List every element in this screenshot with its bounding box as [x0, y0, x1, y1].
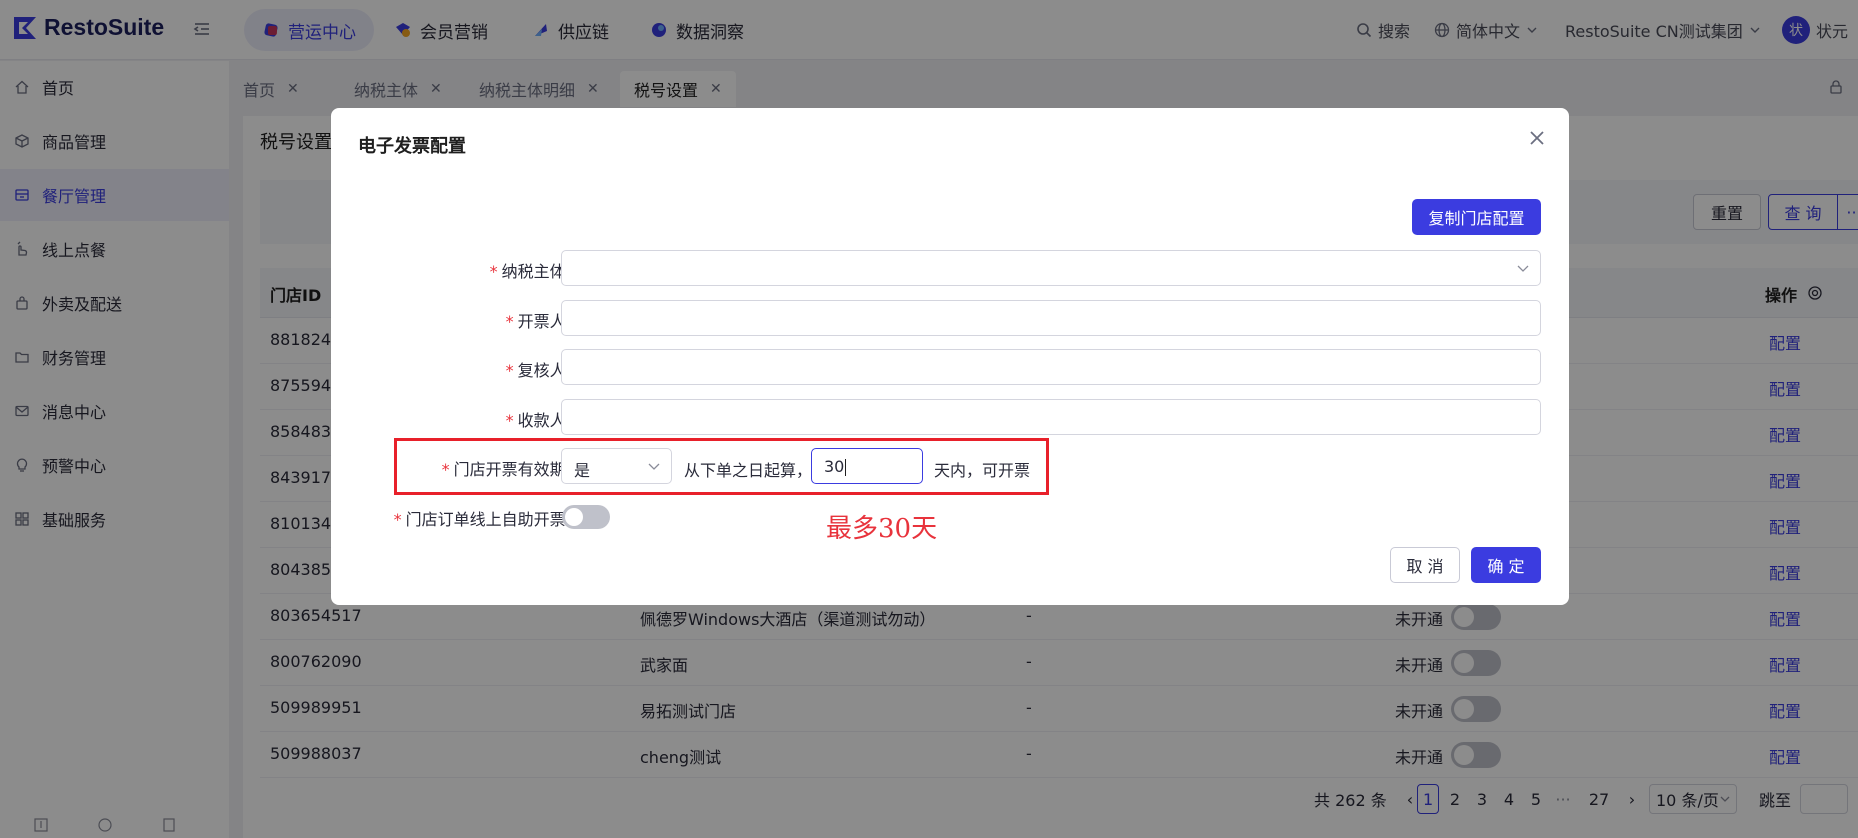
required-mark: * — [489, 262, 498, 281]
self-service-label-text: 门店订单线上自助开票: — [405, 510, 571, 529]
required-mark: * — [505, 411, 514, 430]
cancel-button[interactable]: 取 消 — [1390, 547, 1460, 583]
required-mark: * — [505, 312, 514, 331]
reviewer-input[interactable] — [561, 349, 1541, 385]
payee-input[interactable] — [561, 399, 1541, 435]
required-mark: * — [505, 361, 514, 380]
confirm-button[interactable]: 确 定 — [1471, 547, 1541, 583]
e-invoice-config-dialog: 电子发票配置 复制门店配置 * 纳税主体: * 开票人: * 复核人: * 收款人: *… — [331, 108, 1569, 605]
annotation-text: 最多30天 — [826, 514, 938, 544]
chevron-down-icon — [1517, 265, 1529, 272]
required-mark: * — [393, 510, 402, 529]
self-service-label: * 门店订单线上自助开票: — [394, 506, 571, 530]
copy-store-config-button[interactable]: 复制门店配置 — [1412, 199, 1541, 235]
issuer-input[interactable] — [561, 300, 1541, 336]
dialog-title: 电子发票配置 — [358, 136, 466, 157]
tax-entity-label: * 纳税主体: — [490, 258, 571, 282]
tax-entity-select[interactable] — [561, 250, 1541, 286]
close-icon[interactable] — [1525, 126, 1549, 150]
self-service-toggle[interactable] — [562, 505, 610, 529]
highlight-box — [394, 438, 1049, 495]
